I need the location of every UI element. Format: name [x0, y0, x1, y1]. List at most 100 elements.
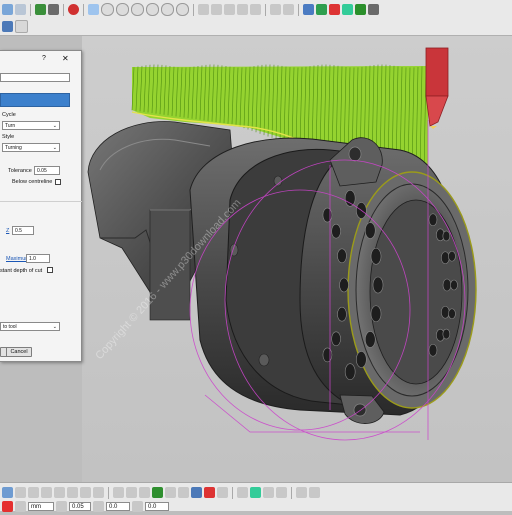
view-back-icon[interactable] — [176, 3, 189, 16]
y-field[interactable]: 0.0 — [145, 502, 169, 511]
view-top-icon[interactable] — [116, 3, 129, 16]
hole — [372, 276, 384, 294]
dimension-icon[interactable] — [126, 487, 137, 498]
model-icon[interactable] — [152, 487, 163, 498]
zoom-in-icon[interactable] — [198, 4, 209, 15]
window-icon[interactable] — [2, 4, 13, 15]
style-select[interactable]: Turning ⌄ — [2, 143, 60, 152]
point-icon[interactable] — [41, 487, 52, 498]
dropdown-icon[interactable] — [15, 20, 28, 33]
stock-icon[interactable] — [355, 4, 366, 15]
constant-depth-checkbox[interactable] — [47, 267, 53, 273]
hole — [356, 351, 367, 368]
mirror-icon[interactable] — [263, 487, 274, 498]
line-icon[interactable] — [54, 487, 65, 498]
stop-icon[interactable] — [68, 4, 79, 15]
hole — [344, 363, 356, 381]
snap-icon[interactable] — [2, 487, 13, 498]
info-icon[interactable] — [296, 487, 307, 498]
section-icon[interactable] — [139, 487, 150, 498]
transform-icon[interactable] — [237, 487, 248, 498]
cycle-select[interactable]: Turn ⌄ — [2, 121, 60, 130]
colour-icon[interactable] — [204, 487, 215, 498]
y-axis-icon[interactable] — [132, 501, 143, 512]
layer-icon[interactable] — [217, 487, 228, 498]
delete-icon[interactable] — [329, 4, 340, 15]
hole — [440, 305, 450, 319]
tolerance-icon[interactable] — [56, 501, 67, 512]
chevron-down-icon: ⌄ — [52, 145, 57, 151]
hole — [448, 250, 456, 262]
scale-icon[interactable] — [276, 487, 287, 498]
circle-icon[interactable] — [80, 487, 91, 498]
workpiece[interactable] — [189, 137, 477, 424]
units-field[interactable]: mm — [28, 502, 54, 511]
arc-icon[interactable] — [67, 487, 78, 498]
view-left-icon[interactable] — [161, 3, 174, 16]
explorer-icon[interactable] — [2, 21, 13, 32]
curve-icon[interactable] — [93, 487, 104, 498]
help-button[interactable]: ? — [42, 55, 46, 62]
graphics-viewport[interactable]: Copyright © 2016 - www.p30download.com — [82, 36, 512, 482]
bottom-toolbar: mm 0.05 0.0 0.0 — [0, 482, 512, 512]
more-icon[interactable] — [309, 487, 320, 498]
below-centreline-checkbox[interactable] — [55, 179, 61, 185]
retract-select[interactable]: to tool ⌄ — [0, 322, 60, 331]
hole — [442, 230, 451, 242]
hole — [339, 277, 349, 293]
z-field[interactable]: 0.5 — [12, 226, 34, 235]
solid-icon[interactable] — [178, 487, 189, 498]
view-iso-icon[interactable] — [101, 3, 114, 16]
zoom-fit-icon[interactable] — [224, 4, 235, 15]
style-label: Style — [2, 134, 15, 140]
retract-value: to tool — [3, 324, 17, 330]
selected-row[interactable] — [0, 93, 70, 107]
levels-icon[interactable] — [35, 4, 46, 15]
constant-depth-label: stant depth of cut — [0, 268, 43, 274]
simulate-icon[interactable] — [342, 4, 353, 15]
tolerance-label: Tolerance — [8, 168, 32, 174]
surface-icon[interactable] — [165, 487, 176, 498]
shade-bottom-icon[interactable] — [250, 487, 261, 498]
hole — [370, 247, 382, 265]
cycle-value: Turn — [5, 123, 16, 129]
workplane-icon[interactable] — [48, 4, 59, 15]
name-field[interactable] — [0, 73, 70, 82]
z-label[interactable]: Z — [6, 228, 9, 234]
hole — [370, 305, 382, 323]
tool-icon[interactable] — [316, 4, 327, 15]
toolpath-icon[interactable] — [303, 4, 314, 15]
pan-icon[interactable] — [237, 4, 248, 15]
hole — [364, 331, 376, 348]
tolerance-status-field[interactable]: 0.05 — [69, 502, 91, 511]
hole — [344, 189, 356, 207]
shade-icon[interactable] — [270, 4, 281, 15]
ortho-icon[interactable] — [28, 487, 39, 498]
hole — [337, 306, 347, 322]
rotate-icon[interactable] — [250, 4, 261, 15]
cancel-button[interactable]: Cancel — [6, 347, 32, 357]
maximum-field[interactable]: 1.0 — [26, 254, 50, 263]
hole — [337, 248, 347, 264]
toolbar-row-2 — [0, 18, 28, 35]
tolerance-field[interactable]: 0.05 — [34, 166, 60, 175]
view-right-icon[interactable] — [146, 3, 159, 16]
x-axis-icon[interactable] — [93, 501, 104, 512]
close-icon[interactable]: ✕ — [62, 54, 69, 63]
model-view[interactable]: Copyright © 2016 - www.p30download.com — [82, 36, 512, 482]
x-field[interactable]: 0.0 — [106, 502, 130, 511]
grid-icon[interactable] — [15, 487, 26, 498]
select-icon[interactable] — [88, 4, 99, 15]
cycle-label: Cycle — [2, 112, 16, 118]
view-front-icon[interactable] — [131, 3, 144, 16]
mode-icon[interactable] — [2, 501, 13, 512]
measure-icon[interactable] — [113, 487, 124, 498]
settings-icon[interactable] — [368, 4, 379, 15]
wireframe-icon[interactable] — [283, 4, 294, 15]
workplane-bottom-icon[interactable] — [191, 487, 202, 498]
divider — [0, 201, 82, 202]
units-icon[interactable] — [15, 501, 26, 512]
zoom-out-icon[interactable] — [211, 4, 222, 15]
hole — [428, 343, 438, 357]
layout-icon[interactable] — [15, 4, 26, 15]
